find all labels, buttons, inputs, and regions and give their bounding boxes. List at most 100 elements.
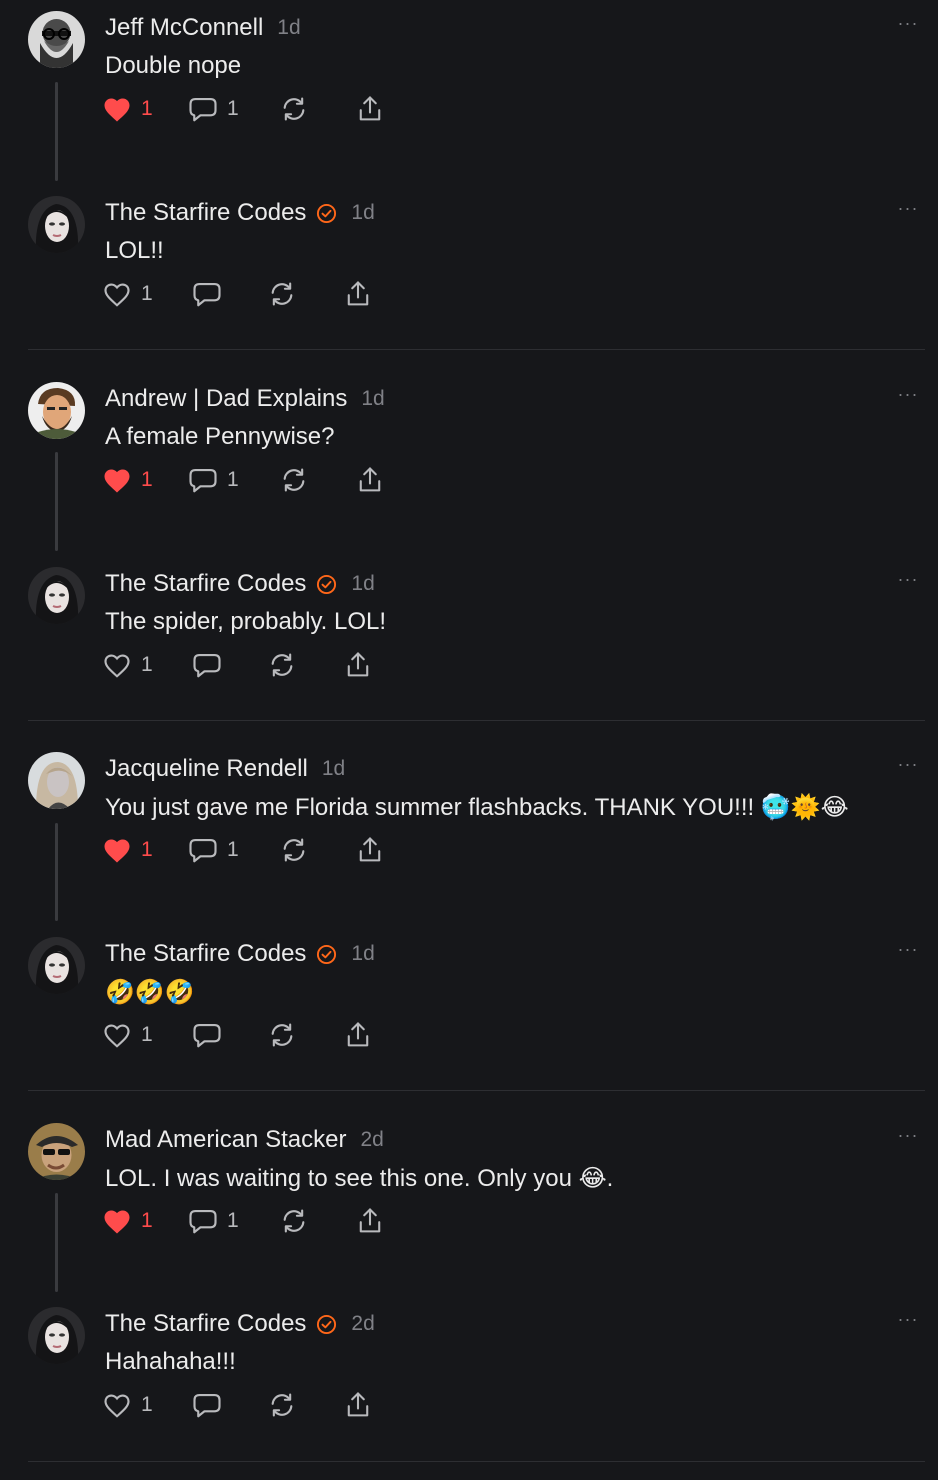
avatar[interactable] — [28, 382, 85, 439]
reply-button[interactable]: 1 — [188, 92, 239, 126]
comment: The Starfire Codes 1d ··· 🤣🤣🤣 1 — [0, 926, 938, 1076]
reply-button[interactable] — [192, 277, 222, 311]
more-options-ellipsis-icon[interactable]: ··· — [896, 755, 920, 773]
avatar[interactable] — [28, 752, 85, 809]
like-count: 1 — [141, 653, 153, 676]
more-options-ellipsis-icon[interactable]: ··· — [896, 940, 920, 958]
more-options-ellipsis-icon[interactable]: ··· — [896, 570, 920, 588]
restack-button[interactable] — [280, 1204, 308, 1238]
comment: The Starfire Codes 2d ··· Hahahaha!!! 1 — [0, 1296, 938, 1446]
author-name[interactable]: The Starfire Codes — [105, 199, 306, 227]
comment: Andrew | Dad Explains 1d ··· A female Pe… — [0, 371, 938, 521]
reply-button[interactable] — [192, 1388, 222, 1422]
share-button[interactable] — [356, 463, 384, 497]
restack-button[interactable] — [268, 277, 296, 311]
like-button[interactable]: 1 — [102, 1018, 153, 1052]
reply-button[interactable] — [192, 1018, 222, 1052]
share-button[interactable] — [344, 277, 372, 311]
more-options-ellipsis-icon[interactable]: ··· — [896, 1126, 920, 1144]
like-button[interactable]: 1 — [102, 463, 153, 497]
timestamp[interactable]: 1d — [351, 942, 374, 966]
more-options-ellipsis-icon[interactable]: ··· — [896, 199, 920, 217]
comment-text: The spider, probably. LOL! — [105, 608, 387, 635]
like-button[interactable]: 1 — [102, 277, 153, 311]
share-button[interactable] — [344, 648, 372, 682]
restack-button[interactable] — [280, 463, 308, 497]
restack-button[interactable] — [268, 1388, 296, 1422]
timestamp[interactable]: 1d — [322, 757, 345, 781]
like-button[interactable]: 1 — [102, 1204, 153, 1238]
divider — [28, 349, 925, 350]
avatar[interactable] — [28, 937, 85, 994]
timestamp[interactable]: 1d — [361, 387, 384, 411]
restack-icon — [268, 1391, 296, 1419]
more-options-ellipsis-icon[interactable]: ··· — [896, 385, 920, 403]
restack-icon — [268, 280, 296, 308]
verified-check-icon — [316, 1314, 337, 1335]
reply-count: 1 — [227, 1209, 239, 1232]
comment-actions: 1 1 — [102, 1204, 422, 1238]
comment-header: Jeff McConnell 1d — [105, 12, 301, 44]
restack-button[interactable] — [268, 1018, 296, 1052]
reply-count: 1 — [227, 838, 239, 861]
like-count: 1 — [141, 1209, 153, 1232]
restack-icon — [280, 1207, 308, 1235]
avatar[interactable] — [28, 196, 85, 253]
comment: Jacqueline Rendell 1d ··· You just gave … — [0, 741, 938, 891]
timestamp[interactable]: 1d — [351, 572, 374, 596]
restack-icon — [268, 651, 296, 679]
author-name[interactable]: The Starfire Codes — [105, 570, 306, 598]
like-button[interactable]: 1 — [102, 1388, 153, 1422]
reply-button[interactable] — [192, 648, 222, 682]
more-options-ellipsis-icon[interactable]: ··· — [896, 1310, 920, 1328]
like-button[interactable]: 1 — [102, 648, 153, 682]
thread-connector-line — [55, 1193, 58, 1292]
reply-button[interactable]: 1 — [188, 833, 239, 867]
reply-count: 1 — [227, 468, 239, 491]
timestamp[interactable]: 1d — [351, 201, 374, 225]
avatar[interactable] — [28, 1123, 85, 1180]
share-button[interactable] — [344, 1018, 372, 1052]
speech-bubble-icon — [188, 466, 218, 494]
avatar[interactable] — [28, 1307, 85, 1364]
author-name[interactable]: Mad American Stacker — [105, 1126, 346, 1154]
share-icon — [356, 94, 384, 124]
comment-header: The Starfire Codes 2d — [105, 1308, 375, 1340]
heart-icon — [102, 95, 132, 123]
share-button[interactable] — [356, 92, 384, 126]
like-count: 1 — [141, 838, 153, 861]
heart-icon — [102, 466, 132, 494]
verified-check-icon — [316, 203, 337, 224]
like-button[interactable]: 1 — [102, 833, 153, 867]
restack-icon — [280, 95, 308, 123]
speech-bubble-icon — [188, 836, 218, 864]
share-button[interactable] — [344, 1388, 372, 1422]
more-options-ellipsis-icon[interactable]: ··· — [896, 14, 920, 32]
comment-actions: 1 — [102, 648, 422, 682]
avatar[interactable] — [28, 567, 85, 624]
author-name[interactable]: Jeff McConnell — [105, 14, 263, 42]
timestamp[interactable]: 2d — [351, 1312, 374, 1336]
author-name[interactable]: Jacqueline Rendell — [105, 755, 308, 783]
author-name[interactable]: The Starfire Codes — [105, 1310, 306, 1338]
speech-bubble-icon — [188, 1207, 218, 1235]
comment-text: 🤣🤣🤣 — [105, 979, 195, 1006]
restack-button[interactable] — [268, 648, 296, 682]
avatar[interactable] — [28, 11, 85, 68]
timestamp[interactable]: 1d — [277, 16, 300, 40]
speech-bubble-icon — [192, 280, 222, 308]
author-name[interactable]: The Starfire Codes — [105, 940, 306, 968]
share-button[interactable] — [356, 833, 384, 867]
restack-button[interactable] — [280, 92, 308, 126]
restack-button[interactable] — [280, 833, 308, 867]
author-name[interactable]: Andrew | Dad Explains — [105, 385, 347, 413]
share-button[interactable] — [356, 1204, 384, 1238]
speech-bubble-icon — [192, 651, 222, 679]
like-button[interactable]: 1 — [102, 92, 153, 126]
reply-button[interactable]: 1 — [188, 1204, 239, 1238]
reply-button[interactable]: 1 — [188, 463, 239, 497]
share-icon — [356, 1206, 384, 1236]
comment-header: The Starfire Codes 1d — [105, 568, 375, 600]
comment-actions: 1 — [102, 1388, 422, 1422]
timestamp[interactable]: 2d — [360, 1128, 383, 1152]
